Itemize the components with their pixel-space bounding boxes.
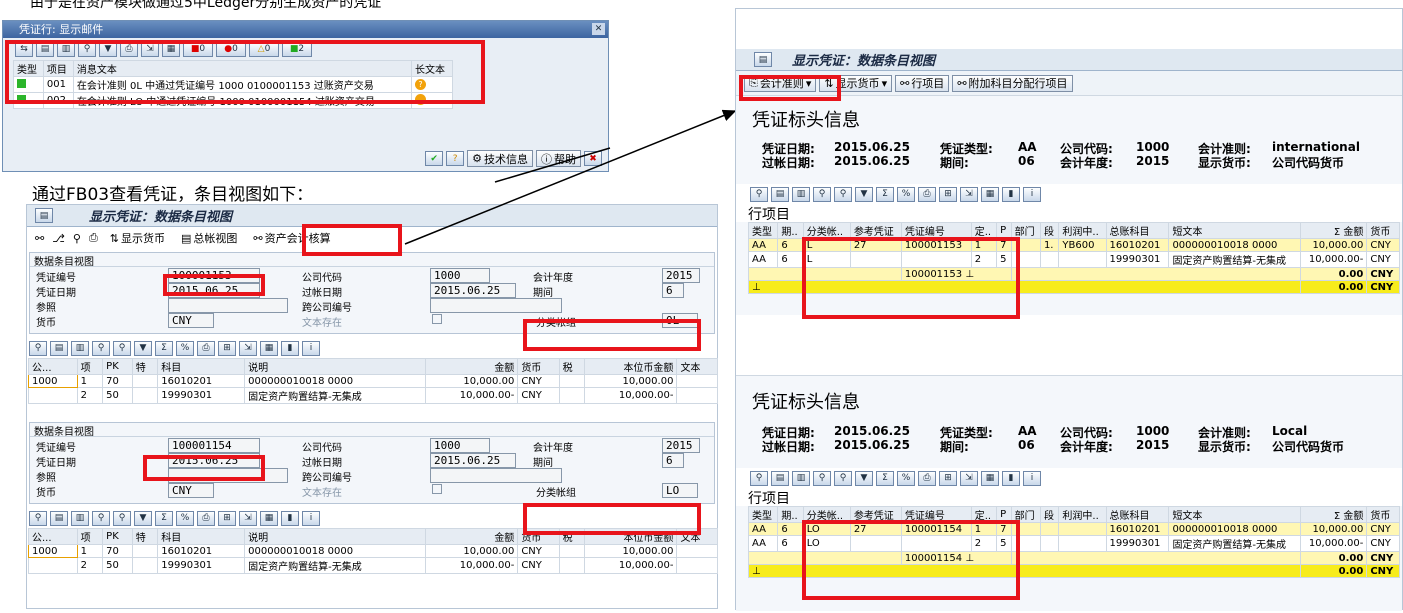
sort-desc-icon[interactable]: ▥: [792, 186, 810, 202]
highlight-box: [802, 520, 1020, 600]
print-icon[interactable]: ⎙: [918, 186, 936, 202]
total-icon: ⊥: [752, 281, 761, 293]
filter-icon[interactable]: ▼: [855, 470, 873, 486]
right-titlebar: ▤ 显示凭证：数据条目视图: [736, 49, 1402, 71]
details-icon[interactable]: ⚲: [750, 470, 768, 486]
header-fields: 凭证日期: 2015.06.25 凭证类型: AA 公司代码: 1000 会计准则: i…: [762, 140, 1360, 170]
layout-icon[interactable]: ▦: [981, 186, 999, 202]
find-next-icon[interactable]: ⚲: [834, 470, 852, 486]
line-items-button[interactable]: ⚯ 行项目: [895, 74, 950, 92]
find-next-icon[interactable]: ⚲: [834, 186, 852, 202]
header-title: 凭证标头信息: [752, 110, 860, 131]
grid-toolbar: ⚲ ▤ ▥ ⚲ ⚲ ▼ Σ% ⎙ ⊞ ⇲ ▦ ▮ i: [736, 468, 1402, 488]
info-icon[interactable]: i: [1023, 470, 1041, 486]
find-icon[interactable]: ⚲: [813, 470, 831, 486]
print-icon[interactable]: ⎙: [918, 470, 936, 486]
highlight-box: [739, 75, 841, 101]
dropdown-icon: ▾: [881, 76, 888, 90]
export-icon[interactable]: ⇲: [960, 470, 978, 486]
page-title: 显示凭证：数据条目视图: [792, 54, 936, 69]
total-icon: ⊥: [752, 565, 761, 577]
filter-icon[interactable]: ▼: [855, 186, 873, 202]
glasses-icon: ⚯: [957, 76, 967, 90]
details-icon[interactable]: ⚲: [750, 186, 768, 202]
sum-icon[interactable]: Σ: [876, 186, 894, 202]
export-icon[interactable]: ⇲: [960, 186, 978, 202]
subtotal-icon[interactable]: %: [897, 470, 915, 486]
glasses-icon: ⚯: [900, 76, 910, 90]
additional-assignment-button[interactable]: ⚯ 附加科目分配行项目: [952, 74, 1073, 92]
preview-icon[interactable]: ⊞: [939, 186, 957, 202]
chart-icon[interactable]: ▮: [1002, 186, 1020, 202]
menu-icon[interactable]: ▤: [754, 52, 772, 67]
sort-desc-icon[interactable]: ▥: [792, 470, 810, 486]
find-icon[interactable]: ⚲: [813, 186, 831, 202]
header-fields: 凭证日期: 2015.06.25 凭证类型: AA 公司代码: 1000 会计准则: L…: [762, 424, 1345, 454]
preview-icon[interactable]: ⊞: [939, 470, 957, 486]
sort-asc-icon[interactable]: ▤: [771, 470, 789, 486]
grid-toolbar: ⚲ ▤ ▥ ⚲ ⚲ ▼ Σ% ⎙ ⊞ ⇲ ▦ ▮ i: [736, 184, 1402, 204]
items-title: 行项目: [736, 204, 1402, 223]
sort-asc-icon[interactable]: ▤: [771, 186, 789, 202]
chart-icon[interactable]: ▮: [1002, 470, 1020, 486]
sum-icon[interactable]: Σ: [876, 470, 894, 486]
header-title: 凭证标头信息: [752, 392, 860, 413]
items-title: 行项目: [736, 488, 1402, 507]
info-icon[interactable]: i: [1023, 186, 1041, 202]
subtotal-icon[interactable]: %: [897, 186, 915, 202]
layout-icon[interactable]: ▦: [981, 470, 999, 486]
highlight-box: [802, 237, 1020, 319]
